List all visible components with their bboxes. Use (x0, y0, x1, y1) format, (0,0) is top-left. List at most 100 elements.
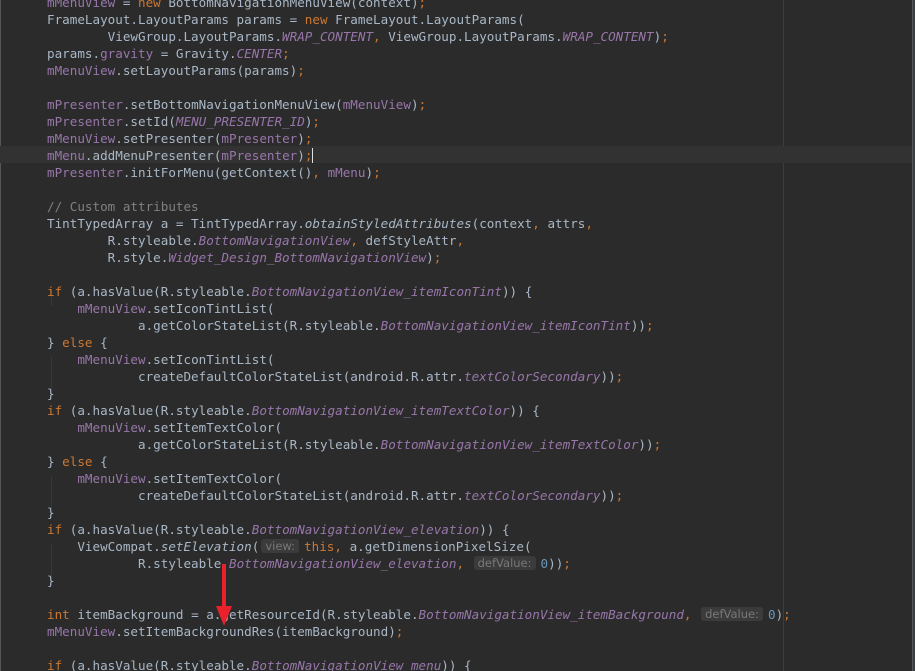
code-token: , (334, 539, 350, 554)
code-line[interactable] (47, 79, 791, 96)
code-line[interactable]: mMenu.addMenuPresenter(mPresenter); (47, 147, 791, 164)
code-token: (a.hasValue(R.styleable. (62, 522, 252, 537)
code-token: gravity (100, 46, 154, 61)
code-line[interactable]: mMenuView.setIconTintList( (47, 300, 791, 317)
code-token: } (47, 505, 55, 520)
code-token: params. (47, 46, 101, 61)
code-line[interactable]: a.getColorStateList(R.styleable.BottomNa… (47, 317, 791, 334)
code-line[interactable]: mMenuView.setItemTextColor( (47, 419, 791, 436)
code-line[interactable]: } else { (47, 453, 791, 470)
code-line[interactable]: // Custom attributes (47, 198, 791, 215)
code-token: ; (297, 63, 305, 78)
code-token: new (138, 0, 161, 10)
code-line[interactable]: mMenuView.setLayoutParams(params); (47, 62, 791, 79)
code-token: a.getDimensionPixelSize( (349, 539, 532, 554)
code-token: ViewCompat. (47, 539, 161, 554)
code-token: ) (410, 97, 419, 112)
code-line[interactable]: } (47, 504, 791, 521)
code-line[interactable]: int itemBackground = a.getResourceId(R.s… (47, 606, 791, 623)
code-token: else (62, 335, 93, 350)
code-line[interactable]: if (a.hasValue(R.styleable.BottomNavigat… (47, 283, 791, 300)
code-line[interactable]: mMenuView = new BottomNavigationMenuView… (47, 0, 791, 11)
code-lines[interactable]: mMenuView = new BottomNavigationMenuView… (47, 0, 791, 671)
code-token: mMenu (327, 165, 366, 180)
code-line[interactable] (47, 181, 791, 198)
code-token: ViewGroup.LayoutParams. (47, 29, 283, 44)
code-token: .setPresenter( (115, 131, 222, 146)
code-line[interactable]: FrameLayout.LayoutParams params = new Fr… (47, 11, 791, 28)
code-token: .setId( (122, 114, 176, 129)
code-line[interactable]: if (a.hasValue(R.styleable.BottomNavigat… (47, 657, 791, 671)
code-token: ; (653, 437, 662, 452)
code-token: mMenuView (47, 0, 116, 10)
code-line[interactable]: mMenuView.setIconTintList( (47, 351, 791, 368)
code-line[interactable]: if (a.hasValue(R.styleable.BottomNavigat… (47, 402, 791, 419)
code-token: ; (563, 556, 571, 571)
code-line[interactable]: } (47, 572, 791, 589)
code-token: mPresenter (47, 97, 123, 112)
code-token: = Gravity. (153, 46, 237, 61)
code-token: itemBackground = a.getResourceId(R.style… (69, 607, 419, 622)
code-token: mPresenter (221, 148, 298, 163)
code-token: , (585, 216, 593, 231)
code-token: ) (297, 148, 305, 163)
code-line[interactable] (47, 640, 791, 657)
code-line[interactable]: params.gravity = Gravity.CENTER; (47, 45, 791, 62)
code-token: )) { (479, 522, 510, 537)
code-line[interactable] (47, 589, 791, 606)
code-line[interactable]: R.styleable.BottomNavigationView, defSty… (47, 232, 791, 249)
code-line[interactable]: mMenuView.setItemTextColor( (47, 470, 791, 487)
code-token: mMenuView (77, 301, 146, 316)
code-line[interactable]: TintTypedArray a = TintTypedArray.obtain… (47, 215, 791, 232)
code-line[interactable]: ViewCompat.setElevation(view: this, a.get… (47, 538, 791, 555)
code-line[interactable]: mPresenter.initForMenu(getContext(), mMe… (47, 164, 791, 181)
code-token: )) (548, 556, 564, 571)
code-token: BottomNavigationView_itemTextColor (251, 403, 510, 418)
code-token: .setIconTintList( (145, 352, 275, 367)
code-token: ) (297, 131, 305, 146)
code-token: (a.hasValue(R.styleable. (62, 284, 252, 299)
code-token: MENU_PRESENTER_ID (175, 114, 305, 129)
code-line[interactable]: } else { (47, 334, 791, 351)
code-token: if (47, 284, 63, 299)
code-token: mMenuView (77, 471, 146, 486)
code-line[interactable]: mPresenter.setId(MENU_PRESENTER_ID); (47, 113, 791, 130)
code-line[interactable]: mPresenter.setBottomNavigationMenuView(m… (47, 96, 791, 113)
code-token: mPresenter (221, 131, 298, 146)
code-token: if (47, 522, 63, 537)
code-token: mMenu (47, 148, 85, 163)
code-line[interactable]: ViewGroup.LayoutParams.WRAP_CONTENT, Vie… (47, 28, 791, 45)
code-token: ; (615, 488, 624, 503)
text-caret (312, 148, 314, 163)
code-token: 0 (767, 607, 776, 622)
code-token: Widget_Design_BottomNavigationView (168, 250, 427, 265)
code-token: )) { (501, 284, 533, 299)
code-line[interactable]: createDefaultColorStateList(android.R.at… (47, 368, 791, 385)
code-token: a.getColorStateList(R.styleable. (47, 318, 381, 333)
code-token: ; (304, 131, 313, 146)
code-line[interactable]: createDefaultColorStateList(android.R.at… (47, 487, 791, 504)
code-line[interactable]: a.getColorStateList(R.styleable.BottomNa… (47, 436, 791, 453)
editor-left-border (0, 0, 1, 671)
code-line[interactable]: } (47, 385, 791, 402)
code-line[interactable]: R.styleable.BottomNavigationView_elevati… (47, 555, 791, 572)
code-token: BottomNavigationView_elevation (228, 556, 457, 571)
code-line[interactable]: mMenuView.setPresenter(mPresenter); (47, 130, 791, 147)
code-token: if (47, 403, 63, 418)
code-token: new (304, 12, 328, 27)
code-line[interactable]: mMenuView.setItemBackgroundRes(itemBackg… (47, 623, 791, 640)
code-token: R.styleable. (47, 233, 199, 248)
code-token: WRAP_CONTENT (562, 29, 654, 44)
code-line[interactable] (47, 266, 791, 283)
code-token: R.styleable. (47, 556, 229, 571)
code-token: CENTER (236, 46, 283, 61)
code-token: this (304, 539, 335, 554)
code-line[interactable]: R.style.Widget_Design_BottomNavigationVi… (47, 249, 791, 266)
code-token: ; (312, 114, 320, 129)
code-editor[interactable]: mMenuView = new BottomNavigationMenuView… (0, 0, 915, 671)
code-token: BottomNavigationView_itemBackground (418, 607, 684, 622)
code-line[interactable]: if (a.hasValue(R.styleable.BottomNavigat… (47, 521, 791, 538)
code-token: createDefaultColorStateList(android.R.at… (47, 488, 465, 503)
